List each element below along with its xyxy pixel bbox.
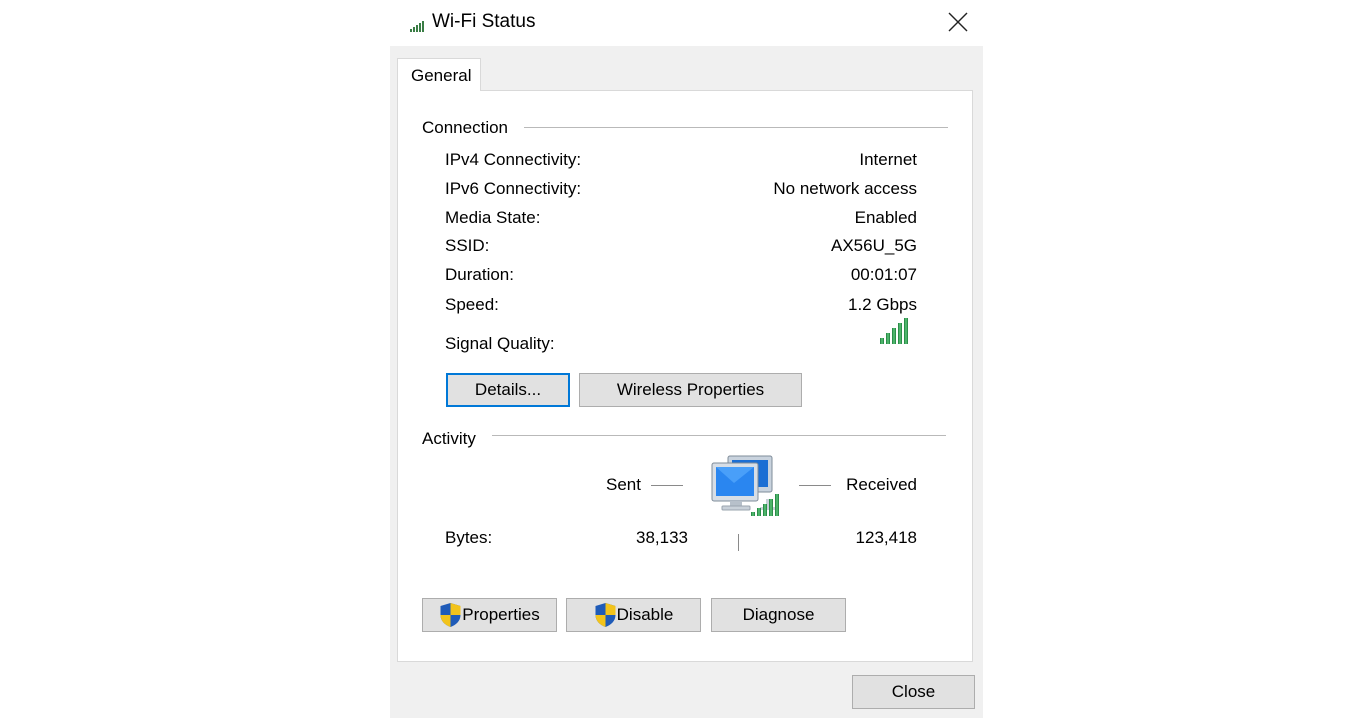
tab-general[interactable]: General <box>397 58 481 91</box>
properties-button-label: Properties <box>462 605 540 624</box>
signal-bar <box>898 323 902 344</box>
ssid-value: AX56U_5G <box>831 236 917 255</box>
bytes-sent-value: 38,133 <box>636 528 688 547</box>
wireless-properties-button[interactable]: Wireless Properties <box>579 373 802 407</box>
media-state-value: Enabled <box>854 208 917 227</box>
title-bar: Wi-Fi Status <box>390 0 983 46</box>
sent-dash <box>651 485 683 486</box>
bytes-label: Bytes: <box>445 528 493 547</box>
ssid-label: SSID: <box>445 236 490 255</box>
signal-strength-icon <box>880 318 908 344</box>
uac-shield-icon <box>595 603 616 627</box>
speed-value: 1.2 Gbps <box>848 295 917 314</box>
disable-button-label: Disable <box>616 605 674 624</box>
media-state-label: Media State: <box>445 208 541 227</box>
properties-button[interactable]: Properties <box>422 598 557 632</box>
duration-value: 00:01:07 <box>850 265 917 284</box>
window-title: Wi-Fi Status <box>432 11 536 32</box>
activity-separator <box>738 534 739 551</box>
general-tab-panel: Connection IPv4 Connectivity: Internet I… <box>397 90 973 662</box>
details-button[interactable]: Details... <box>446 373 570 407</box>
connection-heading: Connection <box>422 118 509 137</box>
ipv4-label: IPv4 Connectivity: <box>445 150 582 169</box>
duration-label: Duration: <box>445 265 514 284</box>
uac-shield-icon <box>440 603 461 627</box>
tab-general-label: General <box>411 66 472 85</box>
close-icon[interactable] <box>945 9 971 35</box>
sent-label: Sent <box>606 475 641 494</box>
wifi-status-dialog: Wi-Fi Status General Connection IPv4 Con… <box>390 0 983 718</box>
network-computers-icon <box>711 455 779 516</box>
signal-bar <box>904 318 908 344</box>
diagnose-button[interactable]: Diagnose <box>711 598 846 632</box>
ipv6-value: No network access <box>773 179 917 198</box>
bytes-received-value: 123,418 <box>855 528 917 547</box>
connection-divider <box>524 127 948 128</box>
received-label: Received <box>846 475 917 494</box>
ipv6-label: IPv6 Connectivity: <box>445 179 582 198</box>
wifi-signal-icon <box>410 21 424 32</box>
signal-bar <box>892 328 896 344</box>
signal-quality-label: Signal Quality: <box>445 334 555 353</box>
signal-bar <box>880 338 884 344</box>
disable-button[interactable]: Disable <box>566 598 701 632</box>
activity-heading: Activity <box>422 429 476 448</box>
speed-label: Speed: <box>445 295 499 314</box>
ipv4-value: Internet <box>859 150 917 169</box>
signal-bar <box>886 333 890 344</box>
close-button[interactable]: Close <box>852 675 975 709</box>
received-dash <box>799 485 831 486</box>
activity-divider <box>492 435 946 436</box>
